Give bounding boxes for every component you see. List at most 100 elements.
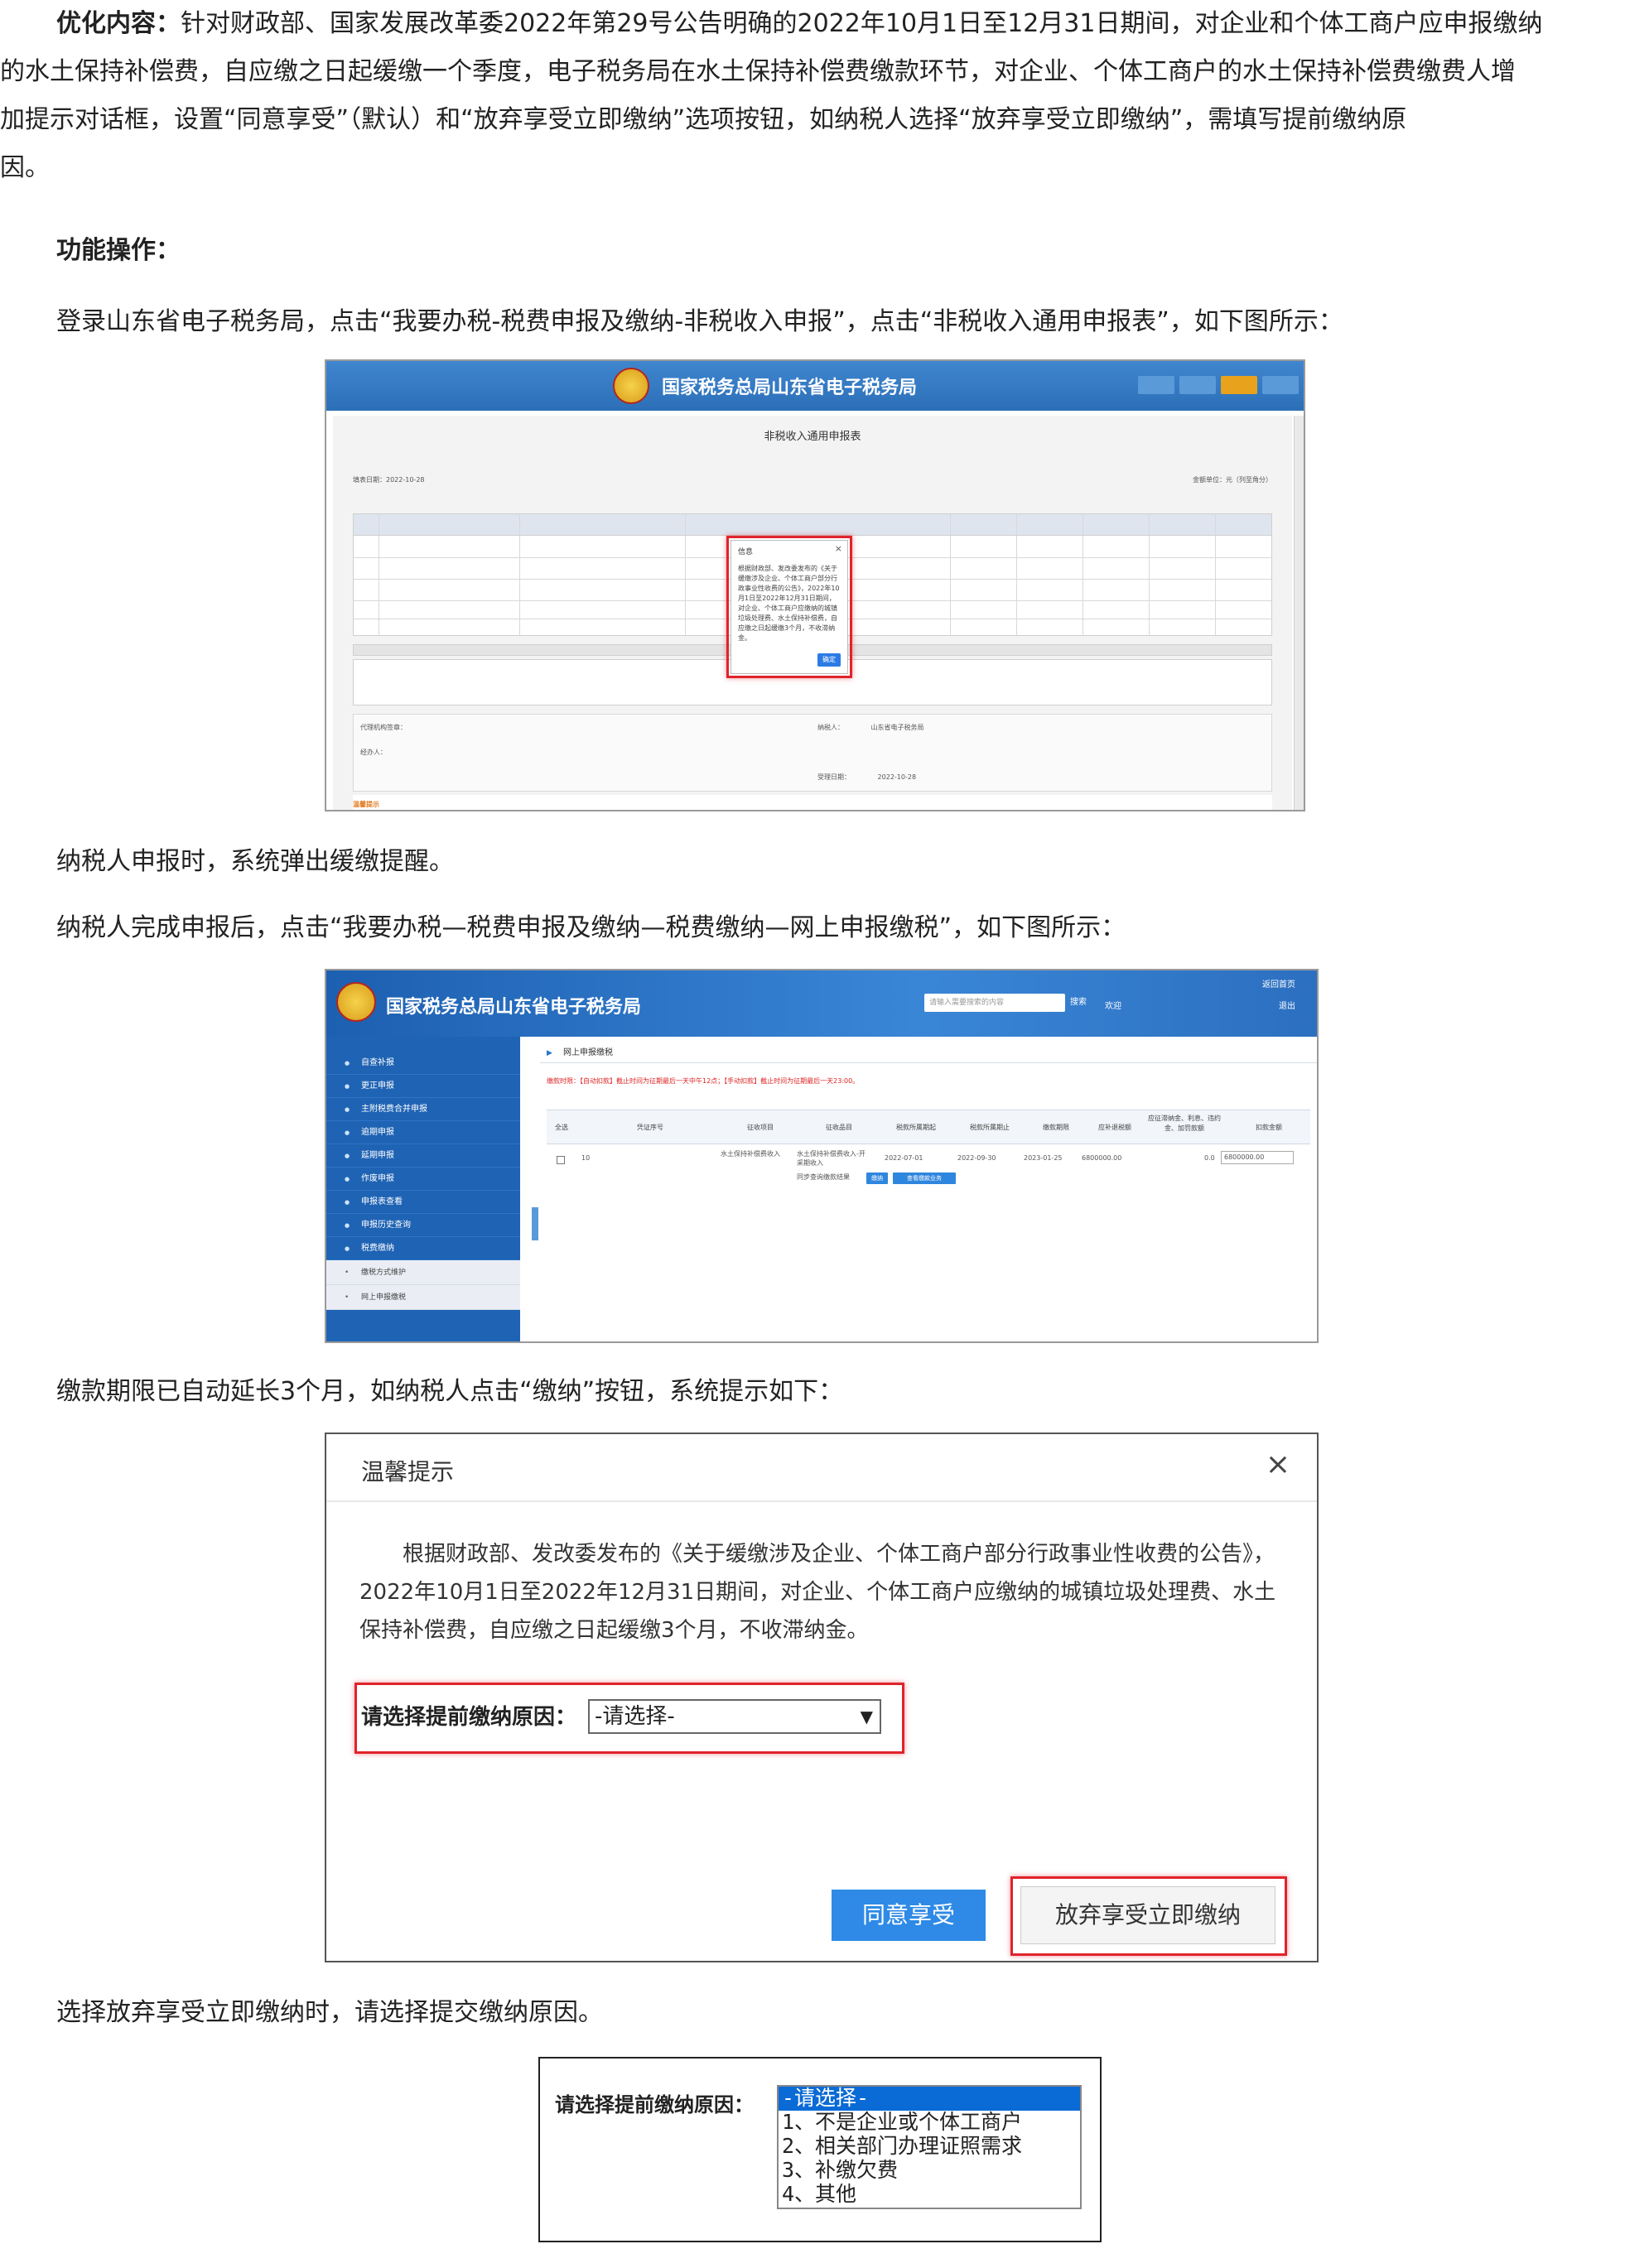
sidebar-item[interactable]: 更正申报 bbox=[326, 1075, 520, 1098]
intro-line-4: 因。 bbox=[0, 153, 50, 182]
main-panel: 网上申报缴税 缴款时限：【自动扣款】截止时间为征期最后一天中午12点；【手动扣款… bbox=[540, 1037, 1317, 1341]
header-button-2[interactable] bbox=[1179, 376, 1216, 394]
divider bbox=[326, 1500, 1317, 1502]
exit-link[interactable]: 退出 bbox=[1279, 999, 1295, 1011]
end-cell: 2022-09-30 bbox=[957, 1154, 996, 1162]
warning-label: 温馨提示 bbox=[353, 801, 379, 808]
table-col-line bbox=[950, 514, 951, 635]
breadcrumb: 网上申报缴税 bbox=[540, 1043, 1317, 1063]
sidebar-item[interactable]: 自查补报 bbox=[326, 1052, 520, 1075]
sidebar-item[interactable]: 申报表查看 bbox=[326, 1191, 520, 1214]
sync-query-label[interactable]: 同步查询缴款结果 bbox=[797, 1173, 850, 1182]
screenshot-reminder-dialog: 温馨提示 × 根据财政部、发改委发布的《关于缓缴涉及企业、个体工商户部分行政事业… bbox=[325, 1433, 1319, 1962]
warning-area: 温馨提示 bbox=[353, 795, 1272, 810]
vertical-scrollbar[interactable] bbox=[1294, 416, 1304, 810]
table-col-line bbox=[1149, 514, 1150, 635]
col-late-fee: 应征滞纳金、利息、违约金、加罚款额 bbox=[1148, 1115, 1221, 1132]
taxpayer-label: 纳税人： bbox=[817, 724, 844, 731]
subitem-cell: 水土保持补偿费收入-开采期收入 bbox=[797, 1150, 866, 1167]
reason-option[interactable]: 3、补缴欠费 bbox=[779, 2159, 1080, 2183]
query-payment-button[interactable]: 查看缴款业务 bbox=[893, 1173, 956, 1184]
date-value: 2022-10-28 bbox=[386, 476, 425, 484]
agree-button[interactable]: 同意享受 bbox=[832, 1890, 986, 1941]
accept-date-label: 受理日期： bbox=[817, 773, 851, 781]
col-select-all[interactable]: 全选 bbox=[547, 1110, 576, 1145]
intro-line-2: 的水土保持补偿费，自应缴之日起缓缴一个季度，电子税务局在水土保持补偿费缴款环节，… bbox=[0, 57, 1516, 86]
intro-line-3: 加提示对话框，设置“同意享受”（默认）和“放弃享受立即缴纳”选项按钮，如纳税人选… bbox=[0, 105, 1407, 134]
search-button[interactable]: 搜索 bbox=[1070, 994, 1087, 1012]
reason-listbox[interactable]: -请选择- 1、不是企业或个体工商户 2、相关部门办理证照需求 3、补缴欠费 4… bbox=[777, 2085, 1082, 2209]
item-cell: 水土保持补偿费收入 bbox=[721, 1150, 780, 1158]
col-pay-amount: 扣款金额 bbox=[1256, 1124, 1282, 1131]
taxpayer-value: 山东省电子税务局 bbox=[870, 724, 924, 731]
dialog-title: 温馨提示 bbox=[361, 1458, 455, 1486]
header-button-3[interactable] bbox=[1221, 376, 1257, 394]
sidebar-subitem[interactable]: 缴税方式维护 bbox=[326, 1260, 520, 1285]
header-button-1[interactable] bbox=[1138, 376, 1174, 394]
sidebar-item[interactable]: 逾期申报 bbox=[326, 1121, 520, 1144]
agent-label: 代理机构签章： bbox=[360, 724, 407, 731]
col-voucher: 凭证序号 bbox=[637, 1124, 663, 1131]
table-col-line bbox=[1215, 514, 1216, 635]
form-title: 非税收入通用申报表 bbox=[764, 431, 861, 443]
reason-option-selected[interactable]: -请选择- bbox=[779, 2087, 1080, 2111]
highlight-box bbox=[354, 1683, 904, 1754]
dialog-body: 根据财政部、发改委发布的《关于缓缴涉及企业、个体工商户部分行政事业性收费的公告》… bbox=[359, 1542, 1276, 1643]
tax-emblem-icon bbox=[336, 982, 376, 1022]
start-cell: 2022-07-01 bbox=[885, 1154, 923, 1162]
accept-date-value: 2022-10-28 bbox=[877, 773, 917, 781]
col-start: 税款所属期起 bbox=[896, 1124, 936, 1131]
sidebar-toggle[interactable] bbox=[532, 1207, 538, 1240]
handler-label: 经办人： bbox=[360, 749, 387, 756]
pay-amount-input[interactable]: 6800000.00 bbox=[1221, 1151, 1294, 1164]
step-3-text: 纳税人完成申报后，点击“我要办税—税费申报及缴纳—税费缴纳—网上申报缴税”，如下… bbox=[56, 913, 1126, 942]
intro-label: 优化内容： bbox=[56, 9, 181, 38]
col-deadline: 缴款期限 bbox=[1043, 1124, 1069, 1131]
site-header: 国家税务总局山东省电子税务局 请输入需要搜索的内容 搜索 欢迎 返回首页 退出 bbox=[326, 970, 1317, 1037]
screenshot-reason-listbox: 请选择提前缴纳原因： -请选择- 1、不是企业或个体工商户 2、相关部门办理证照… bbox=[538, 2057, 1102, 2242]
screenshot-nontax-form: 国家税务总局山东省电子税务局 非税收入通用申报表 填表日期：2022-10-28… bbox=[325, 359, 1305, 811]
reason-label: 请选择提前缴纳原因： bbox=[555, 2093, 754, 2116]
close-icon[interactable]: × bbox=[1266, 1447, 1290, 1481]
col-item: 征收项目 bbox=[747, 1124, 774, 1131]
sidebar-item[interactable]: 延期申报 bbox=[326, 1144, 520, 1168]
col-amount: 应补退税额 bbox=[1098, 1124, 1131, 1131]
sidebar-item[interactable]: 主附税费合并申报 bbox=[326, 1098, 520, 1121]
reason-option[interactable]: 2、相关部门办理证照需求 bbox=[779, 2135, 1080, 2159]
highlight-box bbox=[1010, 1876, 1287, 1956]
col-subitem: 征收品目 bbox=[826, 1124, 852, 1131]
home-link[interactable]: 返回首页 bbox=[1262, 977, 1295, 990]
table-col-line bbox=[519, 514, 520, 635]
deadline-alert: 缴款时限：【自动扣款】截止时间为征期最后一天中午12点；【手动扣款】截止时间为征… bbox=[547, 1077, 860, 1085]
step-5-text: 选择放弃享受立即缴纳时，请选择提交缴纳原因。 bbox=[56, 1998, 603, 2027]
col-end: 税款所属期止 bbox=[970, 1124, 1010, 1131]
late-fee-cell: 0.0 bbox=[1204, 1154, 1215, 1162]
site-title: 国家税务总局山东省电子税务局 bbox=[386, 997, 642, 1018]
deadline-cell: 2023-01-25 bbox=[1024, 1154, 1063, 1162]
sidebar-item[interactable]: 税费缴纳 bbox=[326, 1237, 520, 1260]
date-field: 填表日期：2022-10-28 bbox=[353, 475, 425, 484]
search-input[interactable]: 请输入需要搜索的内容 bbox=[924, 994, 1065, 1012]
site-title: 国家税务总局山东省电子税务局 bbox=[662, 378, 918, 398]
reason-option[interactable]: 4、其他 bbox=[779, 2183, 1080, 2207]
section-title: 功能操作： bbox=[56, 236, 181, 265]
form-body: 非税收入通用申报表 填表日期：2022-10-28 金额单位：元（列至角分） 代… bbox=[333, 416, 1292, 810]
table-col-line bbox=[1016, 514, 1017, 635]
intro-text-1: 针对财政部、国家发展改革委2022年第29号公告明确的2022年10月1日至12… bbox=[181, 9, 1543, 38]
reason-option[interactable]: 1、不是企业或个体工商户 bbox=[779, 2111, 1080, 2135]
table-header: 全选 凭证序号 征收项目 征收品目 税款所属期起 税款所属期止 缴款期限 应补退… bbox=[547, 1110, 1310, 1144]
date-label: 填表日期： bbox=[353, 476, 386, 484]
row-checkbox[interactable] bbox=[557, 1156, 565, 1164]
sidebar-subitem-active[interactable]: 网上申报缴税 bbox=[326, 1285, 520, 1310]
intro-line-1: 优化内容：针对财政部、国家发展改革委2022年第29号公告明确的2022年10月… bbox=[0, 2, 1625, 46]
pay-button[interactable]: 缴纳 bbox=[866, 1173, 888, 1184]
header-button-4[interactable] bbox=[1262, 376, 1299, 394]
sidebar-item[interactable]: 作废申报 bbox=[326, 1168, 520, 1191]
sidebar-item[interactable]: 申报历史查询 bbox=[326, 1214, 520, 1237]
amount-cell: 6800000.00 bbox=[1082, 1154, 1122, 1162]
accept-date-field: 受理日期： 2022-10-28 bbox=[817, 773, 916, 782]
step-4-text: 缴款期限已自动延长3个月，如纳税人点击“缴纳”按钮，系统提示如下： bbox=[56, 1377, 844, 1406]
table-header bbox=[354, 514, 1271, 536]
highlight-box bbox=[726, 536, 852, 678]
sidebar: 自查补报 更正申报 主附税费合并申报 逾期申报 延期申报 作废申报 申报表查看 … bbox=[326, 1037, 520, 1341]
